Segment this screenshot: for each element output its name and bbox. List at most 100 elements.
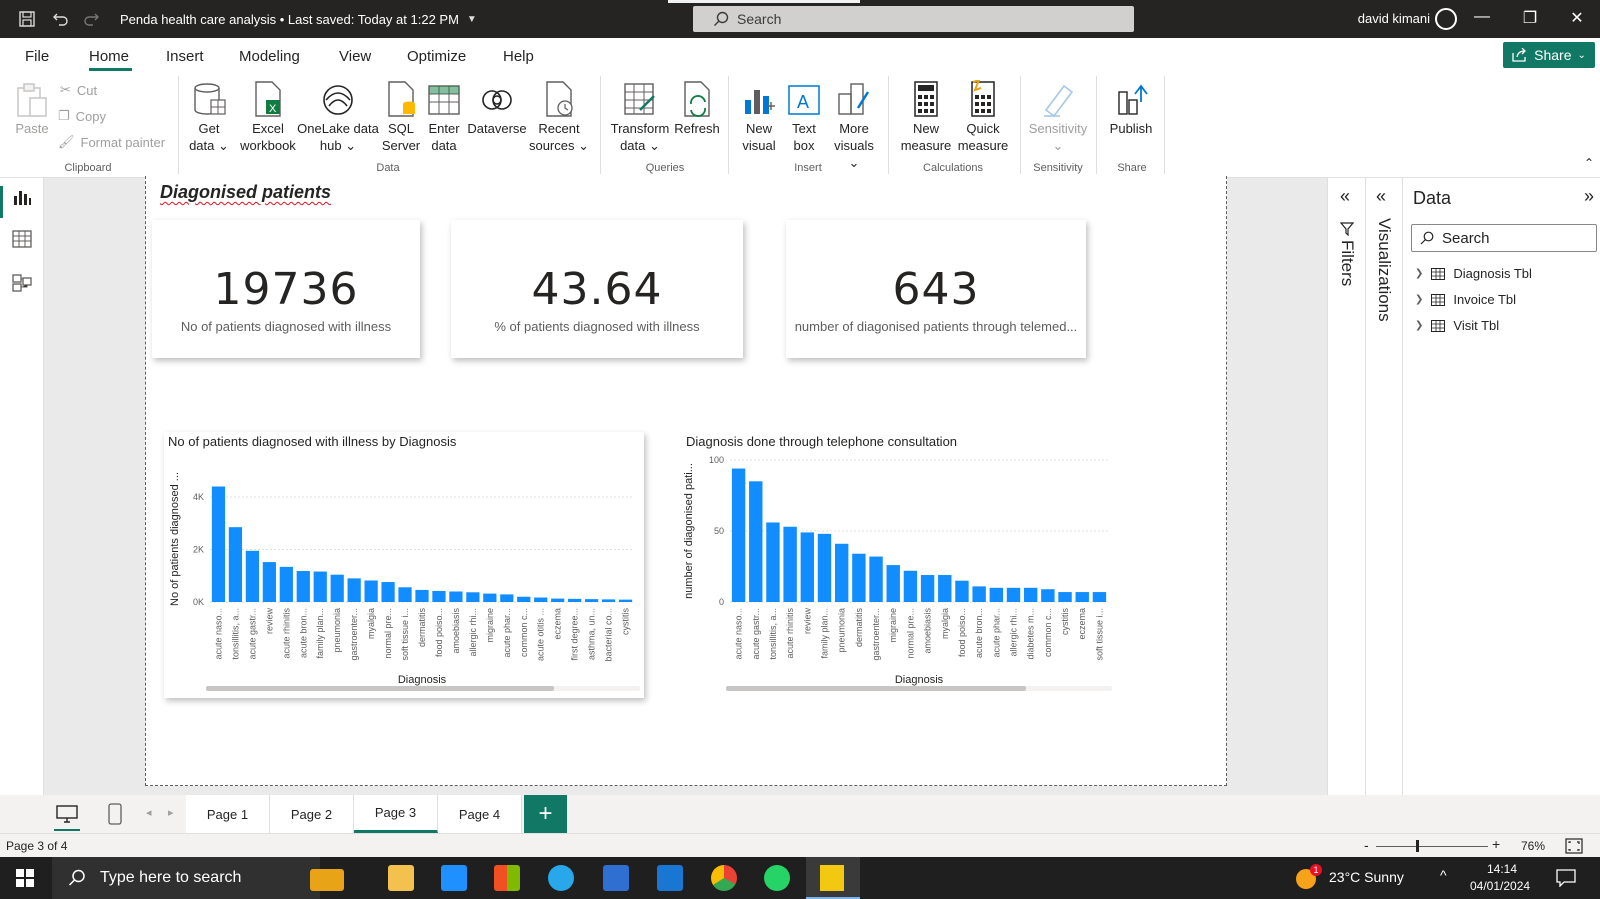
- desktop-layout-icon[interactable]: [56, 805, 78, 823]
- publish-button[interactable]: Publish: [1106, 80, 1156, 137]
- taskbar-search[interactable]: Type here to search: [52, 857, 320, 899]
- more-visuals-button[interactable]: More visuals ⌄: [828, 80, 880, 171]
- page-title[interactable]: Diagonised patients: [160, 182, 331, 203]
- edge-icon[interactable]: [548, 865, 574, 891]
- add-page-button[interactable]: +: [524, 795, 567, 833]
- chevron-down-icon[interactable]: ▼: [467, 14, 477, 25]
- sensitivity-button[interactable]: Sensitivity ⌄: [1026, 80, 1090, 154]
- text-box-label: Text: [792, 121, 816, 136]
- table-view-icon[interactable]: [12, 230, 32, 248]
- quick-measure-button[interactable]: Quick measure: [956, 78, 1010, 154]
- onelake-data-hub-button[interactable]: OneLake data hub ⌄: [296, 80, 380, 154]
- chevron-right-icon[interactable]: ❯: [1415, 320, 1423, 331]
- bar: [313, 571, 327, 602]
- mail-icon[interactable]: [657, 865, 683, 891]
- chevron-up-icon[interactable]: ^: [1440, 867, 1447, 883]
- format-painter-label: Format painter: [80, 134, 166, 150]
- windows-start-icon[interactable]: [16, 869, 34, 887]
- kpi-card-diagnosed-percent[interactable]: 43.64 % of patients diagnosed with illne…: [451, 220, 743, 358]
- restore-icon[interactable]: ❐: [1518, 8, 1542, 30]
- sql-server-button[interactable]: SQL Server: [380, 80, 422, 154]
- chevron-right-icon[interactable]: ❯: [1415, 268, 1423, 279]
- visualizations-pane[interactable]: « Visualizations: [1365, 178, 1402, 795]
- zoom-out-icon[interactable]: -: [1364, 837, 1369, 853]
- news-app-icon[interactable]: [603, 865, 629, 891]
- whatsapp-icon[interactable]: [764, 865, 790, 891]
- tab-view[interactable]: View: [339, 48, 371, 65]
- file-explorer-icon[interactable]: [388, 865, 414, 891]
- next-page-icon[interactable]: ▸: [168, 806, 174, 819]
- tab-optimize[interactable]: Optimize: [407, 48, 466, 65]
- undo-icon[interactable]: [50, 8, 72, 30]
- model-view-icon[interactable]: [12, 274, 32, 292]
- kpi-card-diagnosed-count[interactable]: 19736 No of patients diagnosed with illn…: [152, 220, 420, 358]
- store-icon[interactable]: [494, 865, 520, 891]
- tab-help[interactable]: Help: [503, 48, 534, 65]
- cut-button[interactable]: ✂ Cut: [60, 82, 97, 98]
- bar: [449, 591, 463, 602]
- chart-telephone-consultation[interactable]: Diagnosis done through telephone consult…: [682, 432, 1118, 698]
- minimize-icon[interactable]: —: [1470, 8, 1494, 30]
- tab-modeling[interactable]: Modeling: [239, 48, 300, 65]
- recent-sources-button[interactable]: Recent sources ⌄: [528, 80, 590, 154]
- chrome-icon[interactable]: [711, 865, 737, 891]
- collapse-filters-icon[interactable]: «: [1340, 186, 1350, 207]
- collapse-data-icon[interactable]: »: [1584, 186, 1594, 207]
- powerbi-icon[interactable]: [806, 857, 860, 899]
- prev-page-icon[interactable]: ◂: [146, 806, 152, 819]
- enter-data-button[interactable]: Enter data: [424, 80, 464, 154]
- weather-text[interactable]: 23°C Sunny: [1329, 869, 1404, 885]
- bar: [568, 598, 582, 602]
- report-page: Diagonised patients 19736 No of patients…: [145, 176, 1227, 786]
- chevron-right-icon[interactable]: ❯: [1415, 294, 1423, 305]
- avatar[interactable]: [1435, 8, 1457, 30]
- notification-icon[interactable]: [1556, 869, 1576, 887]
- x-tick-label: pneumonia: [332, 608, 342, 653]
- paste-button[interactable]: Paste: [12, 80, 52, 137]
- close-icon[interactable]: ✕: [1565, 8, 1589, 30]
- tab-insert[interactable]: Insert: [166, 48, 204, 65]
- text-box-button[interactable]: A Text box: [784, 80, 824, 154]
- excel-workbook-button[interactable]: X Excel workbook: [240, 80, 296, 154]
- new-visual-button[interactable]: New visual: [738, 80, 780, 154]
- table-item-invoice[interactable]: ❯ Invoice Tbl: [1415, 292, 1516, 307]
- share-button[interactable]: Share ⌄: [1503, 42, 1595, 68]
- table-item-diagnosis[interactable]: ❯ Diagnosis Tbl: [1415, 266, 1532, 281]
- search-box[interactable]: Search: [693, 6, 1134, 32]
- copy-button[interactable]: ❐ Copy: [58, 108, 106, 124]
- dataverse-button[interactable]: Dataverse: [466, 80, 528, 137]
- tab-page-4[interactable]: Page 4: [438, 795, 522, 833]
- format-painter-button[interactable]: 🖌 Format painter: [58, 134, 165, 150]
- mobile-layout-icon[interactable]: [108, 803, 122, 825]
- new-measure-button[interactable]: New measure: [898, 80, 954, 154]
- media-app-icon[interactable]: [441, 865, 467, 891]
- tab-home[interactable]: Home: [89, 48, 129, 65]
- user-name[interactable]: david kimani: [1358, 11, 1430, 26]
- filters-pane[interactable]: « Filters: [1327, 178, 1365, 795]
- table-item-visit[interactable]: ❯ Visit Tbl: [1415, 318, 1499, 333]
- zoom-slider-thumb[interactable]: [1416, 840, 1419, 852]
- get-data-button[interactable]: Get data ⌄: [186, 80, 232, 154]
- chart-diagnosed-by-diagnosis[interactable]: No of patients diagnosed with illness by…: [164, 432, 644, 698]
- collapse-visualizations-icon[interactable]: «: [1376, 186, 1386, 207]
- report-view-icon[interactable]: [12, 188, 32, 206]
- tab-page-1[interactable]: Page 1: [186, 795, 270, 833]
- clock-date[interactable]: 04/01/2024: [1470, 879, 1530, 893]
- transform-data-button[interactable]: Transform data ⌄: [608, 80, 672, 154]
- redo-icon[interactable]: [80, 8, 102, 30]
- zoom-slider[interactable]: [1376, 846, 1488, 847]
- tab-file[interactable]: File: [25, 48, 49, 65]
- save-icon[interactable]: [16, 8, 38, 30]
- collapse-ribbon-icon[interactable]: ⌃: [1584, 156, 1594, 170]
- sql-label: SQL: [387, 121, 414, 136]
- clock-time[interactable]: 14:14: [1487, 862, 1517, 876]
- briefcase-icon[interactable]: [310, 869, 344, 891]
- refresh-button[interactable]: Refresh: [672, 80, 722, 137]
- zoom-in-icon[interactable]: +: [1492, 836, 1500, 852]
- tab-page-3[interactable]: Page 3: [354, 795, 438, 833]
- bar: [800, 532, 815, 602]
- tab-page-2[interactable]: Page 2: [270, 795, 354, 833]
- data-search-input[interactable]: Search: [1411, 224, 1597, 252]
- fit-to-page-icon[interactable]: [1565, 838, 1583, 854]
- kpi-card-telemed-count[interactable]: 643 number of diagonised patients throug…: [786, 220, 1086, 358]
